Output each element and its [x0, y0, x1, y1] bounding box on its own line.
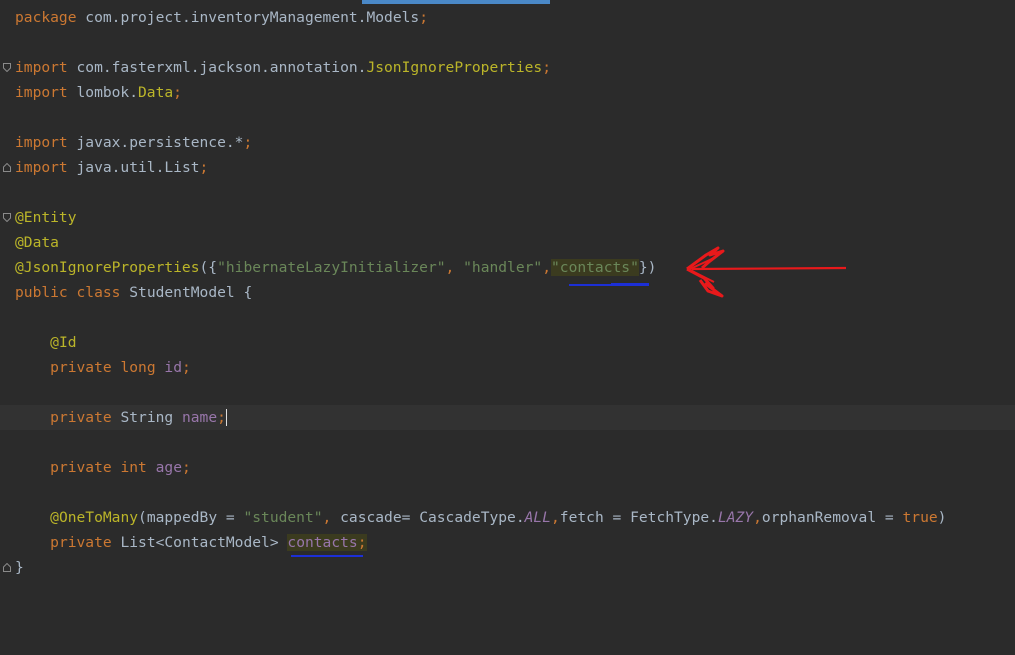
contacts-field-highlight: contacts	[287, 534, 358, 551]
code-line-7: import java.util.List;	[0, 155, 1015, 180]
code-line-12: public class StudentModel {	[15, 284, 253, 301]
code-line-6: import javax.persistence.*;	[15, 134, 253, 151]
fold-icon[interactable]	[3, 563, 11, 572]
code-line-14: @Id	[50, 334, 77, 351]
code-line-23: }	[0, 555, 1015, 580]
fold-icon[interactable]	[3, 213, 11, 222]
code-line-19: private int age;	[50, 459, 191, 476]
red-arrow-annotation	[686, 246, 847, 298]
code-line-3: import com.fasterxml.jackson.annotation.…	[0, 55, 1015, 80]
code-line-9: @Entity	[0, 205, 1015, 230]
code-line-11: @JsonIgnoreProperties({"hibernateLazyIni…	[15, 259, 657, 276]
code-editor[interactable]: package com.project.inventoryManagement.…	[0, 4, 1015, 647]
fold-icon[interactable]	[3, 63, 11, 72]
code-line-21: @OneToMany(mappedBy = "student", cascade…	[50, 509, 947, 526]
fold-icon[interactable]	[3, 163, 11, 172]
text-caret: ;	[217, 409, 227, 426]
code-line-15: private long id;	[50, 359, 191, 376]
code-line-17-current: private String name;	[0, 405, 1015, 430]
code-line-1: package com.project.inventoryManagement.…	[15, 9, 428, 26]
code-line-10: @Data	[15, 234, 59, 251]
code-line-4: import lombok.Data;	[15, 84, 182, 101]
contacts-string-highlight: "contacts"	[551, 259, 639, 276]
code-line-22: private List<ContactModel> contacts;	[50, 534, 367, 551]
